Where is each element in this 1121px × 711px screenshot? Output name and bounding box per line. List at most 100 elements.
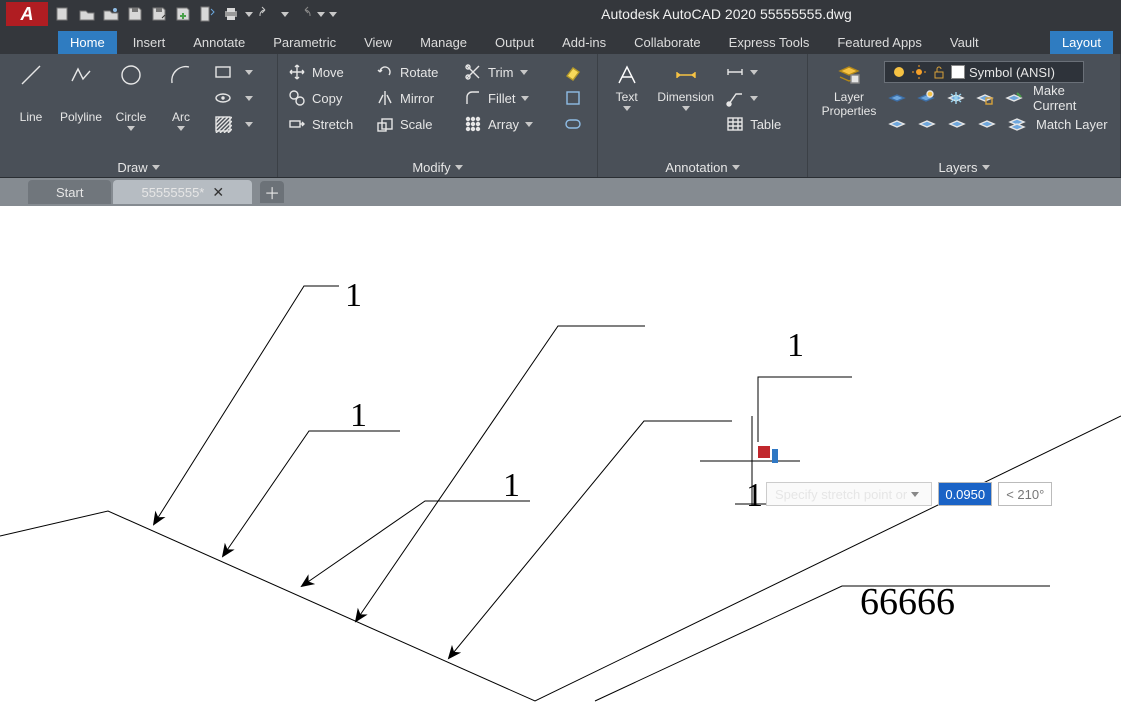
dynamic-input-options-dropdown[interactable]	[907, 483, 923, 505]
draw-drop2[interactable]	[236, 86, 262, 110]
layulk-button[interactable]	[974, 112, 1000, 136]
panel-layers-title[interactable]: Layers	[808, 157, 1120, 177]
drawing-canvas[interactable]: 1 1 1 1 1 66666 Specify stretch point or…	[0, 206, 1121, 711]
layer-properties-button[interactable]: Layer Properties	[814, 58, 884, 157]
qat-open-icon[interactable]	[76, 3, 98, 25]
scale-button[interactable]: Scale	[372, 112, 460, 136]
erase-button[interactable]	[560, 60, 586, 84]
file-tab-start-label: Start	[56, 185, 83, 200]
qat-redo-icon[interactable]	[292, 3, 314, 25]
draw-drop1[interactable]	[236, 60, 262, 84]
new-file-tab-button[interactable]: ＋	[260, 181, 284, 203]
layon-button[interactable]	[884, 112, 910, 136]
make-current-label[interactable]: Make Current	[1033, 83, 1110, 113]
panel-layers: Layer Properties Symbol (ANSI)	[808, 54, 1121, 177]
tab-parametric[interactable]: Parametric	[261, 31, 348, 54]
grip-marker[interactable]	[758, 446, 770, 458]
move-button[interactable]: Move	[284, 60, 372, 84]
linear-dim-button[interactable]	[722, 60, 801, 84]
file-tab-document-label: 55555555*	[141, 185, 204, 200]
offset-button[interactable]	[560, 112, 586, 136]
qat-saveas-icon[interactable]	[148, 3, 170, 25]
qat-undo-icon[interactable]	[256, 3, 278, 25]
hatch-button[interactable]	[210, 112, 236, 136]
panel-modify-title[interactable]: Modify	[278, 157, 597, 177]
panel-layers-title-label: Layers	[938, 160, 977, 175]
tab-annotate[interactable]: Annotate	[181, 31, 257, 54]
layoff-button[interactable]	[884, 86, 909, 110]
line-button[interactable]: Line	[6, 58, 56, 157]
tab-home[interactable]: Home	[58, 31, 117, 54]
circle-button[interactable]: Circle	[106, 58, 156, 157]
layer-combo[interactable]: Symbol (ANSI)	[884, 61, 1084, 83]
qat-open-cloud-icon[interactable]	[100, 3, 122, 25]
qat-customize-dropdown[interactable]	[328, 12, 338, 17]
ellipse-button[interactable]	[210, 86, 236, 110]
dynamic-input-distance[interactable]: 0.0950	[938, 482, 992, 506]
file-tab-close-icon[interactable]: ✕	[212, 184, 224, 201]
layer-name: Symbol (ANSI)	[969, 65, 1055, 80]
match-layer-label[interactable]: Match Layer	[1036, 117, 1108, 132]
qat-redo-dropdown[interactable]	[316, 12, 326, 17]
tab-expresstools[interactable]: Express Tools	[717, 31, 822, 54]
mirror-label: Mirror	[400, 91, 434, 106]
file-tab-document[interactable]: 55555555* ✕	[113, 180, 252, 204]
ribbon: Line Polyline Circle Arc	[0, 54, 1121, 178]
tab-manage[interactable]: Manage	[408, 31, 479, 54]
tab-output[interactable]: Output	[483, 31, 546, 54]
tab-view[interactable]: View	[352, 31, 404, 54]
ground-line	[0, 416, 1121, 701]
qat-save-icon[interactable]	[124, 3, 146, 25]
tab-collaborate[interactable]: Collaborate	[622, 31, 713, 54]
polyline-button[interactable]: Polyline	[56, 58, 106, 157]
bulb-on-icon	[891, 64, 907, 80]
leader-label-5: 1	[746, 477, 763, 514]
qat-plot-icon[interactable]	[196, 3, 218, 25]
leader-button[interactable]	[722, 86, 801, 110]
laythw-button[interactable]	[944, 112, 970, 136]
tab-insert[interactable]: Insert	[121, 31, 178, 54]
dimension-icon	[672, 62, 700, 88]
move-label: Move	[312, 65, 344, 80]
file-tab-start[interactable]: Start	[28, 180, 111, 204]
circle-icon	[117, 62, 145, 88]
text-button[interactable]: Text	[604, 58, 649, 157]
qat-new-icon[interactable]	[52, 3, 74, 25]
layer-properties-icon	[835, 62, 863, 88]
laylck-button[interactable]	[972, 86, 997, 110]
fillet-button[interactable]: Fillet	[460, 86, 560, 110]
explode-button[interactable]	[560, 86, 586, 110]
autocad-app-badge[interactable]: A	[6, 2, 48, 26]
layfrz-button[interactable]	[943, 86, 968, 110]
qat-undo-dropdown[interactable]	[280, 12, 290, 17]
laymcur-icon[interactable]	[1002, 86, 1027, 110]
array-button[interactable]: Array	[460, 112, 560, 136]
layuniso-button[interactable]	[914, 112, 940, 136]
tab-addins[interactable]: Add-ins	[550, 31, 618, 54]
copy-button[interactable]: Copy	[284, 86, 372, 110]
polyline-icon	[67, 62, 95, 88]
panel-annotation-title[interactable]: Annotation	[598, 157, 807, 177]
panel-draw-title[interactable]: Draw	[0, 157, 277, 177]
rectangle-button[interactable]	[210, 60, 236, 84]
arc-button[interactable]: Arc	[156, 58, 206, 157]
ribbon-tab-strip: Home Insert Annotate Parametric View Man…	[0, 28, 1121, 54]
table-button[interactable]: Table	[722, 112, 801, 136]
matchlayer-icon[interactable]	[1004, 112, 1030, 136]
trim-button[interactable]: Trim	[460, 60, 560, 84]
dynamic-input-angle[interactable]: < 210°	[998, 482, 1052, 506]
leader-label-1: 1	[345, 277, 362, 314]
layiso-button[interactable]	[913, 86, 938, 110]
rotate-button[interactable]: Rotate	[372, 60, 460, 84]
qat-savecloud-icon[interactable]	[172, 3, 194, 25]
qat-print-icon[interactable]	[220, 3, 242, 25]
dimension-button[interactable]: Dimension	[649, 58, 722, 157]
tab-vault[interactable]: Vault	[938, 31, 991, 54]
draw-drop3[interactable]	[236, 112, 262, 136]
mirror-button[interactable]: Mirror	[372, 86, 460, 110]
stretch-button[interactable]: Stretch	[284, 112, 372, 136]
qat-print-dropdown[interactable]	[244, 12, 254, 17]
tab-layout[interactable]: Layout	[1050, 31, 1113, 54]
tab-featuredapps[interactable]: Featured Apps	[825, 31, 934, 54]
scale-label: Scale	[400, 117, 433, 132]
